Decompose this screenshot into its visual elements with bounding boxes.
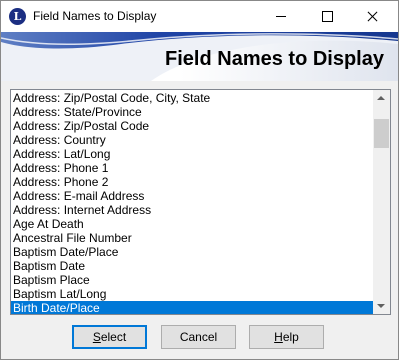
- dialog-window: L Field Names to Display Field Names to …: [0, 0, 399, 360]
- list-item[interactable]: Address: Zip/Postal Code: [11, 119, 374, 133]
- list-item[interactable]: Address: Zip/Postal Code, City, State: [11, 91, 374, 105]
- banner-title: Field Names to Display: [165, 48, 384, 70]
- help-button-label: elp: [282, 330, 299, 344]
- field-names-listbox[interactable]: Address: Zip/Postal Code, City, State Add…: [10, 89, 391, 315]
- field-names-list[interactable]: Address: Zip/Postal Code, City, State Add…: [11, 91, 374, 314]
- minimize-button[interactable]: [258, 1, 304, 32]
- select-button-mnemonic: S: [92, 330, 101, 344]
- list-item[interactable]: Address: Lat/Long: [11, 147, 374, 161]
- scrollbar-thumb[interactable]: [374, 119, 389, 148]
- list-item[interactable]: Baptism Place: [11, 273, 374, 287]
- vertical-scrollbar[interactable]: [373, 90, 390, 314]
- list-item[interactable]: Address: Phone 2: [11, 175, 374, 189]
- title-bar[interactable]: L Field Names to Display: [1, 1, 398, 32]
- select-button-label: elect: [100, 330, 127, 344]
- list-item[interactable]: Baptism Date/Place: [11, 245, 374, 259]
- scroll-up-arrow-icon[interactable]: [373, 90, 390, 107]
- list-item[interactable]: Address: E-mail Address: [11, 189, 374, 203]
- list-item[interactable]: Address: Country: [11, 133, 374, 147]
- app-logo-icon: L: [9, 8, 26, 25]
- list-item[interactable]: Address: State/Province: [11, 105, 374, 119]
- list-item[interactable]: Address: Internet Address: [11, 203, 374, 217]
- list-item[interactable]: Address: Phone 1: [11, 161, 374, 175]
- list-item[interactable]: Birth Date/Place: [11, 301, 374, 314]
- list-item[interactable]: Baptism Lat/Long: [11, 287, 374, 301]
- select-button[interactable]: Select: [72, 325, 147, 349]
- list-item[interactable]: Ancestral File Number: [11, 231, 374, 245]
- help-button[interactable]: Help: [249, 325, 324, 349]
- close-button[interactable]: [350, 1, 396, 32]
- list-item[interactable]: Age At Death: [11, 217, 374, 231]
- help-button-mnemonic: H: [274, 330, 283, 344]
- header-banner: Field Names to Display: [1, 32, 398, 81]
- scroll-down-arrow-icon[interactable]: [373, 297, 390, 314]
- cancel-button[interactable]: Cancel: [161, 325, 236, 349]
- list-item[interactable]: Baptism Date: [11, 259, 374, 273]
- window-title: Field Names to Display: [33, 9, 157, 23]
- maximize-button[interactable]: [304, 1, 350, 32]
